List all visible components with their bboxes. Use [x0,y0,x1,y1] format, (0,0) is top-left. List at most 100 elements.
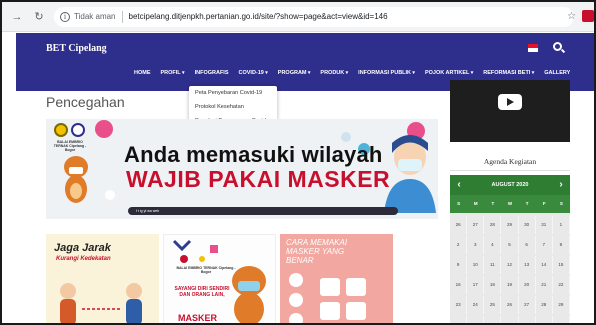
search-icon[interactable] [553,42,562,51]
calendar-day[interactable]: 15 [552,256,570,274]
weekday-label: S [559,201,563,206]
mascot-mask-illustration [232,266,266,323]
calendar-day[interactable]: 3 [518,316,536,323]
bookmark-star-icon[interactable]: ☆ [567,11,576,22]
calendar-day[interactable]: 4 [484,236,502,254]
play-button-icon[interactable] [498,94,522,110]
info-icon[interactable]: i [60,11,70,22]
calendar-day[interactable]: 22 [552,276,570,294]
nav-item-produk[interactable]: PRODUK [320,70,348,76]
calendar-day[interactable]: 6 [518,236,536,254]
nav-item-gallery[interactable]: GALLERY [544,70,570,76]
infographic-title: CARA MEMAKAI MASKER YANG BENAR [286,238,348,265]
calendar-day[interactable]: 10 [467,256,485,274]
dropdown-item[interactable]: Protokol Kesehatan [195,104,271,111]
calendar-day[interactable]: 12 [501,256,519,274]
calendar-day[interactable]: 24 [467,296,485,314]
chevron-left-icon[interactable]: ‹ [452,175,466,195]
extension-icon[interactable] [582,10,594,22]
calendar-day[interactable]: 29 [552,296,570,314]
site-brand[interactable]: BET Cipelang [46,43,107,54]
weekday-label: T [491,201,495,206]
calendar-day[interactable]: 4 [535,316,553,323]
calendar-day[interactable]: 31 [535,216,553,234]
calendar-day[interactable]: 2 [450,236,468,254]
calendar-day[interactable]: 20 [518,276,536,294]
banner-headline: Anda memasuki wilayah [124,142,383,167]
nav-item-informasi-publik[interactable]: INFORMASI PUBLIK [358,70,415,76]
nav-item-program[interactable]: PROGRAM [278,70,311,76]
calendar-week-row: 16 17 18 19 20 21 22 [450,276,570,294]
calendar-month: AUGUST 2020 [450,175,570,195]
address-bar[interactable]: i Tidak aman betcipelang.ditjenpkh.perta… [54,6,574,27]
calendar-day[interactable]: 29 [501,216,519,234]
weekday-label: M [473,201,478,206]
calendar-day[interactable]: 1 [484,316,502,323]
weekday-label: S [457,201,461,206]
calendar-day[interactable]: 26 [501,296,519,314]
back-arrow-icon[interactable]: → [10,10,24,24]
language-flag-icon[interactable] [528,44,538,52]
ministry-logo [54,123,68,137]
infographic-cara-memakai[interactable]: CARA MEMAKAI MASKER YANG BENAR [280,234,393,323]
calendar-weekdays: SMTWTFS [450,195,570,213]
calendar-day[interactable]: 23 [450,296,468,314]
calendar-week-row: 2345678 [450,236,570,254]
weekday-label: W [507,201,513,206]
calendar-day[interactable]: 11 [484,256,502,274]
calendar-day[interactable]: 26 [450,216,468,234]
weekday-label: T [525,201,529,206]
calendar-day[interactable]: 14 [535,256,553,274]
infographic-title: Jaga Jarak [54,242,111,254]
nav-item-infografis[interactable]: INFOGRAFIS [195,70,229,76]
calendar-day[interactable]: 7 [535,236,553,254]
calendar-day[interactable]: 3 [467,236,485,254]
nav-item-home[interactable]: HOME [134,70,151,76]
video-player[interactable] [450,80,570,142]
calendar-day[interactable]: 28 [484,216,502,234]
agenda-calendar: AUGUST 2020 ‹ › SMTWTFS 26 27 28 29 30 31 1 2 3 4… [450,175,570,323]
masked-person-illustration [384,135,436,213]
infographic-jaga-jarak[interactable]: Jaga Jarak Kurangi Kedekatan [46,234,159,323]
browser-window: → ↻ i Tidak aman betcipelang.ditjenpkh.p… [0,0,596,325]
calendar-day[interactable]: 13 [518,256,536,274]
calendar-week-row: 30 31 1 2 3 4 5 [450,316,570,323]
chevron-right-icon[interactable]: › [554,175,568,195]
calendar-day[interactable]: 2 [501,316,519,323]
calendar-day[interactable]: 16 [450,276,468,294]
calendar-day[interactable]: 19 [501,276,519,294]
calendar-day[interactable]: 27 [518,296,536,314]
calendar-day[interactable]: 27 [467,216,485,234]
address-separator [121,10,123,23]
calendar-day[interactable]: 5 [501,236,519,254]
infographic-masker[interactable]: BALAI EMBRIO TERNAK Cipelang - Bogor SAY… [163,234,276,323]
nav-item-covid-19[interactable]: COVID-19 [239,70,268,76]
calendar-day[interactable]: 31 [467,316,485,323]
calendar-day[interactable]: 30 [518,216,536,234]
calendar-day[interactable]: 18 [484,276,502,294]
not-secure-label: Tidak aman [74,12,116,21]
calendar-day[interactable]: 21 [535,276,553,294]
nav-item-reformasi-beti[interactable]: REFORMASI BETI [483,70,534,76]
calendar-day[interactable]: 5 [552,316,570,323]
nav-item-profil[interactable]: PROFIL [161,70,185,76]
weekday-label: F [542,201,546,206]
dropdown-item[interactable]: Peta Penyebaran Covid-19 [195,90,271,97]
calendar-day[interactable]: 1 [552,216,570,234]
calendar-grid: 26 27 28 29 30 31 1 2 3 4 5 6 7 8 9 10 11 12 13 14 15 16 17 18 1… [450,216,570,323]
mask-banner-image: BALAI EMBRIO TERNAK Cipelang - Bogor And… [46,119,438,219]
calendar-day[interactable]: 17 [467,276,485,294]
reload-icon[interactable]: ↻ [32,10,46,24]
bet-logo [71,123,85,137]
calendar-day[interactable]: 25 [484,296,502,314]
calendar-day[interactable]: 30 [450,316,468,323]
nav-item-pojok-artikel[interactable]: POJOK ARTIKEL [425,70,473,76]
calendar-day[interactable]: 28 [535,296,553,314]
infographic-subtitle: Kurangi Kedekatan [56,256,111,262]
main-nav: HOME PROFIL INFOGRAFIS COVID-19 PROGRAM PRODU… [134,70,580,76]
calendar-day[interactable]: 9 [450,256,468,274]
calendar-week-row: 26 27 28 29 30 31 1 [450,216,570,234]
url-text[interactable]: betcipelang.ditjenpkh.pertanian.go.id/si… [129,12,388,21]
distancing-illustration [60,283,142,323]
calendar-day[interactable]: 8 [552,236,570,254]
